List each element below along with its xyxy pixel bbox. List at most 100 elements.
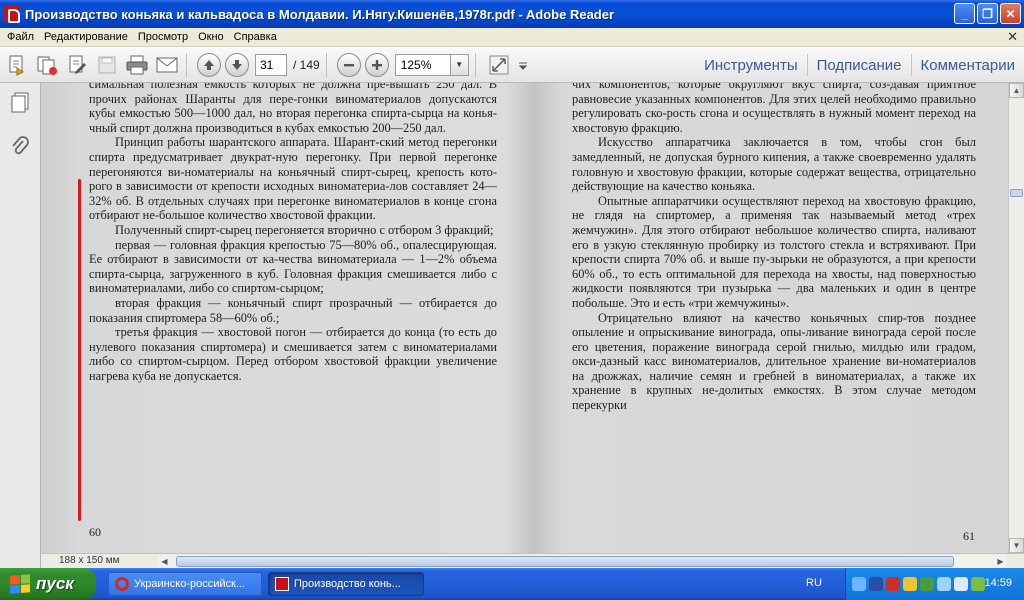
update-icon[interactable] xyxy=(920,577,934,591)
vertical-scroll-thumb[interactable] xyxy=(1010,189,1023,197)
bluetooth-icon[interactable] xyxy=(937,577,951,591)
adobe-reader-window: Производство коньяка и кальвадоса в Молд… xyxy=(0,0,1024,600)
display-icon[interactable] xyxy=(954,577,968,591)
menu-bar: Файл Редактирование Просмотр Окно Справк… xyxy=(0,28,1024,47)
navigation-panel xyxy=(0,83,41,568)
expand-icon xyxy=(489,55,509,74)
vertical-scrollbar[interactable]: ▲ ▼ xyxy=(1008,83,1024,553)
window-title: Производство коньяка и кальвадоса в Молд… xyxy=(25,6,615,22)
print-button[interactable] xyxy=(124,52,150,78)
create-pdf-button[interactable] xyxy=(4,52,30,78)
zoom-out-button[interactable] xyxy=(336,52,361,77)
windows-taskbar: пуск Украинско-российск... Производство … xyxy=(0,568,1024,600)
tools-pane-button[interactable]: Инструменты xyxy=(695,57,807,74)
horizontal-scroll-thumb[interactable] xyxy=(176,556,954,567)
next-page-button[interactable] xyxy=(225,52,249,77)
windows-logo-icon xyxy=(10,574,30,594)
restore-button[interactable]: ❐ xyxy=(977,3,998,24)
sign-pane-button[interactable]: Подписание xyxy=(808,57,911,74)
page-size-label: 188 x 150 мм xyxy=(59,555,120,566)
page-thumbnails-icon xyxy=(11,92,29,113)
page-number-input[interactable] xyxy=(255,53,287,76)
toolbar-separator xyxy=(474,52,476,77)
status-bar: 188 x 150 мм ◀ ▶ xyxy=(41,553,1024,568)
taskbar-item-browser[interactable]: Украинско-российск... xyxy=(108,572,262,596)
document-view[interactable]: симальная полезная емкость которых не до… xyxy=(41,83,1008,553)
previous-page-button[interactable] xyxy=(197,52,221,77)
plus-icon xyxy=(371,59,382,70)
main-toolbar: / 149 ▼ Инструменты Подписание Комментар… xyxy=(0,47,1024,83)
close-button[interactable]: ✕ xyxy=(1000,3,1021,24)
volume-icon[interactable] xyxy=(903,577,917,591)
save-button[interactable] xyxy=(94,52,120,78)
menu-help[interactable]: Справка xyxy=(229,31,282,43)
window-controls: _ ❐ ✕ xyxy=(954,3,1021,24)
device-icon[interactable] xyxy=(971,577,985,591)
language-indicator[interactable]: RU xyxy=(806,577,822,589)
create-pdf-icon xyxy=(9,55,24,76)
system-tray: 14:59 xyxy=(845,568,1024,600)
edit-document-button[interactable] xyxy=(64,52,90,78)
menu-file[interactable]: Файл xyxy=(2,31,39,43)
horizontal-scrollbar[interactable]: ◀ ▶ xyxy=(158,555,1007,568)
scanned-page-spread: симальная полезная емкость которых не до… xyxy=(41,83,1008,553)
security-icon[interactable] xyxy=(886,577,900,591)
left-page-text: симальная полезная емкость которых не до… xyxy=(89,83,497,383)
paragraph: симальная полезная емкость которых не до… xyxy=(89,83,497,135)
taskbar-item-adobe-reader[interactable]: Производство конь... xyxy=(268,572,424,596)
email-button[interactable] xyxy=(154,52,180,78)
scroll-right-icon[interactable]: ▶ xyxy=(994,555,1007,568)
chevron-down-icon xyxy=(518,62,527,70)
paragraph: третья фракция — хвостовой погон — отбир… xyxy=(89,325,497,383)
combine-files-button[interactable] xyxy=(34,52,60,78)
save-icon xyxy=(98,56,116,73)
toolbar-separator xyxy=(325,52,327,77)
menu-edit[interactable]: Редактирование xyxy=(39,31,133,43)
menu-view[interactable]: Просмотр xyxy=(133,31,193,43)
paragraph: вторая фракция — коньячный спирт прозрач… xyxy=(89,295,497,325)
monitor-icon[interactable] xyxy=(869,577,883,591)
toolbar-separator xyxy=(186,52,187,77)
right-page-number: 61 xyxy=(963,529,975,543)
red-annotation-line xyxy=(78,179,81,521)
toolbar-options-button[interactable] xyxy=(516,52,530,78)
arrow-up-icon xyxy=(204,59,214,70)
scroll-down-icon[interactable]: ▼ xyxy=(1009,538,1024,553)
paperclip-icon xyxy=(12,136,29,155)
right-page-text: чих компонентов, которые округляют вкус … xyxy=(572,83,976,413)
title-bar[interactable]: Производство коньяка и кальвадоса в Молд… xyxy=(0,0,1024,28)
paragraph: Отрицательно влияют на качество коньячны… xyxy=(572,310,976,413)
opera-icon xyxy=(115,577,129,591)
paragraph: Опытные аппаратчики осуществляют переход… xyxy=(572,193,976,310)
taskbar-item-label: Украинско-российск... xyxy=(134,578,245,590)
zoom-dropdown-icon[interactable]: ▼ xyxy=(450,53,469,76)
left-page-number: 60 xyxy=(89,525,101,539)
minus-icon xyxy=(343,63,354,66)
menu-window[interactable]: Окно xyxy=(193,31,229,43)
paragraph: Искусство аппаратчика заключается в том,… xyxy=(572,135,976,194)
clock[interactable]: 14:59 xyxy=(984,577,1012,589)
network-icon[interactable] xyxy=(852,577,866,591)
close-document-icon[interactable]: ✕ xyxy=(1007,29,1018,45)
paragraph: чих компонентов, которые округляют вкус … xyxy=(572,83,976,135)
paragraph: первая — головная фракция крепостью 75—8… xyxy=(89,237,497,296)
paragraph: Принцип работы шарантского аппарата. Шар… xyxy=(89,135,497,223)
start-label: пуск xyxy=(36,574,74,593)
page-thumbnails-button[interactable] xyxy=(9,91,31,115)
scroll-left-icon[interactable]: ◀ xyxy=(158,555,171,568)
combine-files-icon xyxy=(37,56,57,75)
zoom-in-button[interactable] xyxy=(364,52,389,77)
task-panes: Инструменты Подписание Комментарии xyxy=(695,47,1024,83)
scroll-up-icon[interactable]: ▲ xyxy=(1009,83,1024,98)
start-button[interactable]: пуск xyxy=(0,568,96,600)
attachments-button[interactable] xyxy=(9,135,31,159)
page-total-label: / 149 xyxy=(293,57,320,72)
comments-pane-button[interactable]: Комментарии xyxy=(912,57,1024,74)
minimize-button[interactable]: _ xyxy=(954,3,975,24)
zoom-input[interactable] xyxy=(394,53,451,76)
envelope-icon xyxy=(156,57,178,72)
fit-page-button[interactable] xyxy=(486,52,512,78)
zoom-select[interactable]: ▼ xyxy=(394,53,469,76)
paragraph: Полученный спирт-сырец перегоняется втор… xyxy=(115,222,494,237)
adobe-reader-app-icon[interactable] xyxy=(4,6,20,23)
